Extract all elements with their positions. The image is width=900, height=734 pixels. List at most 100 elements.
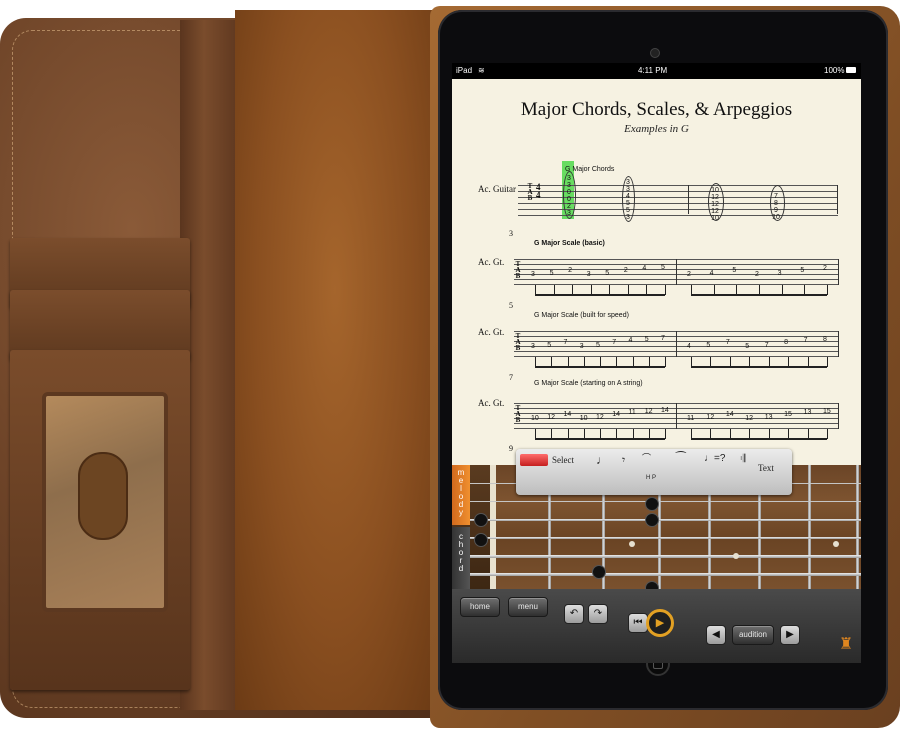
tab-fret-number[interactable]: 2	[624, 267, 628, 274]
tab-fret-number[interactable]: 12	[645, 408, 653, 415]
tab-fret-number[interactable]: 11	[629, 409, 636, 416]
slur-icon[interactable]: ⁀	[676, 451, 686, 465]
tab-fret-number[interactable]: 7	[765, 342, 769, 349]
tab-fret-number[interactable]: 7	[726, 339, 730, 346]
tab-fret-number[interactable]: 5	[732, 267, 736, 274]
previous-icon[interactable]: ◀	[706, 625, 726, 645]
tab-clef: T A B	[515, 404, 521, 424]
tab-fret-number[interactable]: 2	[755, 271, 759, 278]
tab-fret-number[interactable]: 12	[745, 415, 753, 422]
tab-fret-number[interactable]: 3	[587, 271, 591, 278]
guitar-string	[452, 573, 861, 576]
tab-fret-number[interactable]: 5	[550, 270, 554, 277]
fret-inlay-dot	[733, 553, 739, 559]
tab-fret-number[interactable]: 14	[661, 407, 669, 414]
tab-fret-number[interactable]: 13	[804, 409, 812, 416]
chord-fret-column[interactable]: 334553	[623, 179, 633, 221]
tab-fret-number[interactable]: 11	[687, 415, 694, 422]
id-card-slot	[78, 452, 128, 540]
tab-fret-number[interactable]: 5	[745, 343, 749, 350]
fret-inlay-dot	[629, 541, 635, 547]
guitar-logo-icon: ♜	[838, 636, 854, 653]
tab-fret-number[interactable]: 4	[687, 343, 691, 350]
fret-note-marker[interactable]	[645, 497, 659, 511]
hammer-pull-icon[interactable]: ⌒	[642, 451, 651, 464]
battery-icon	[846, 67, 856, 73]
text-tool[interactable]: Text	[758, 463, 774, 473]
section-title: G Major Chords	[565, 166, 615, 173]
tab-fret-number[interactable]: 14	[612, 411, 620, 418]
tab-fret-number[interactable]: 15	[823, 408, 831, 415]
barline	[676, 403, 677, 429]
tab-fret-number[interactable]: 5	[605, 270, 609, 277]
tab-fret-number[interactable]: 2	[687, 271, 691, 278]
tab-fret-number[interactable]: 5	[645, 336, 649, 343]
tab-fret-number[interactable]: 8	[823, 336, 827, 343]
tab-fret-number[interactable]: 8	[784, 339, 788, 346]
repeat-icon[interactable]: 𝄇	[740, 453, 745, 466]
tab-fret-number[interactable]: 2	[823, 265, 827, 272]
tab-fret-number[interactable]: 5	[547, 342, 551, 349]
menu-button[interactable]: menu	[508, 597, 548, 617]
tab-fret-number[interactable]: 10	[580, 415, 588, 422]
instrument-label: Ac. Gt.	[478, 257, 505, 267]
fret-note-marker[interactable]	[645, 513, 659, 527]
fret-note-marker[interactable]	[592, 565, 606, 579]
tab-fret-number[interactable]: 15	[784, 411, 792, 418]
tab-fret-number[interactable]: 5	[800, 267, 804, 274]
tab-fret-number[interactable]: 3	[778, 270, 782, 277]
eighth-rest-icon[interactable]: 𝄾	[622, 453, 625, 468]
note-beam	[535, 294, 665, 296]
play-icon[interactable]: ▶	[646, 609, 674, 637]
select-tool[interactable]: Select	[552, 455, 574, 465]
audition-button[interactable]: audition	[732, 625, 774, 645]
quarter-note-icon[interactable]: ♩	[596, 453, 608, 467]
tab-fret-number[interactable]: 3	[531, 271, 535, 278]
home-button[interactable]: home	[460, 597, 500, 617]
redo-icon[interactable]: ↷	[588, 604, 608, 624]
tab-clef: T A B	[515, 260, 521, 280]
barline	[676, 259, 677, 285]
tab-fret-number[interactable]: 7	[564, 339, 568, 346]
tab-fret-number[interactable]: 5	[596, 342, 600, 349]
tab-melody[interactable]: melody	[452, 465, 470, 525]
eraser-icon[interactable]	[520, 454, 548, 466]
fret-note-marker[interactable]	[474, 533, 488, 547]
tab-fret-number[interactable]: 5	[706, 342, 710, 349]
note-stem	[827, 429, 828, 439]
tab-fret-number[interactable]: 14	[726, 411, 734, 418]
next-icon[interactable]: ▶	[780, 625, 800, 645]
tab-fret-number[interactable]: 7	[804, 337, 808, 344]
tab-fret-number[interactable]: 4	[629, 337, 633, 344]
chord-fret-column[interactable]: 330023	[564, 175, 574, 217]
barline	[838, 403, 839, 429]
status-bar: iPad ≋ 4:11 PM 100%	[452, 63, 861, 79]
tab-fret-number[interactable]: 12	[596, 414, 604, 421]
tab-fret-number[interactable]: 3	[580, 343, 584, 350]
hp-label: H P	[646, 475, 657, 481]
tab-fret-number[interactable]: 12	[706, 414, 714, 421]
tab-chord[interactable]: chord	[452, 527, 470, 589]
undo-icon[interactable]: ↶	[564, 604, 584, 624]
dynamics-icon[interactable]: ♩=?	[704, 453, 725, 464]
tab-fret-number[interactable]: 7	[612, 339, 616, 346]
tab-fret-number[interactable]: 14	[564, 411, 572, 418]
score-title: Major Chords, Scales, & Arpeggios	[520, 99, 793, 120]
tab-fret-number[interactable]: 4	[642, 265, 646, 272]
fret-inlay-dot	[833, 541, 839, 547]
chord-fret-column[interactable]: 7 8 9 10	[771, 193, 781, 221]
tab-fret-number[interactable]: 3	[531, 343, 535, 350]
tab-clef: T A B	[515, 332, 521, 352]
chord-fret-column[interactable]: 10 12 12 12 10	[710, 187, 720, 222]
tab-fret-number[interactable]: 5	[661, 264, 665, 271]
tab-fret-number[interactable]: 13	[765, 414, 773, 421]
fret-note-marker[interactable]	[474, 513, 488, 527]
tab-fret-number[interactable]: 4	[710, 270, 714, 277]
tab-fret-number[interactable]: 2	[568, 267, 572, 274]
tab-fret-number[interactable]: 12	[547, 414, 555, 421]
tablet-screen: iPad ≋ 4:11 PM 100% Major Chords, Scales…	[452, 63, 861, 663]
rewind-icon[interactable]: ⏮	[628, 613, 648, 633]
tab-fret-number[interactable]: 10	[531, 415, 539, 422]
tab-fret-number[interactable]: 7	[661, 335, 665, 342]
measure-number: 5	[509, 301, 513, 310]
